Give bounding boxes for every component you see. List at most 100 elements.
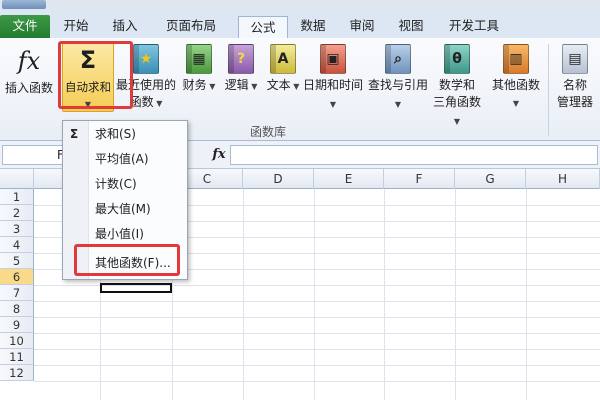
row-header[interactable]: 7 [0, 285, 34, 301]
gridline [526, 189, 527, 400]
theta-book-icon: θ [444, 44, 470, 74]
more-functions-label: 其他函数 [491, 78, 540, 92]
datetime-button[interactable]: ▣ 日期和时间 ▼ [302, 44, 364, 113]
chevron-down-icon: ▼ [153, 99, 163, 108]
chevron-down-icon: ▼ [394, 100, 402, 109]
gridline [34, 301, 600, 302]
lookup-button[interactable]: ⌕ 查找与引用 ▼ [366, 44, 430, 113]
row-header[interactable]: 12 [0, 365, 34, 381]
tab-data[interactable]: 数据 [290, 15, 336, 38]
select-all-corner[interactable] [0, 169, 34, 189]
row-header[interactable]: 11 [0, 349, 34, 365]
insert-function-button[interactable]: fx 插入函数 [0, 44, 58, 97]
row-header[interactable]: 10 [0, 333, 34, 349]
gridline [34, 317, 600, 318]
fx-icon: fx [17, 47, 41, 75]
text-book-icon: A [270, 44, 296, 74]
recently-used-label-2: 函数 [129, 95, 154, 109]
menu-item-more-functions[interactable]: 其他函数(F)... [95, 253, 171, 273]
column-header-g[interactable]: G [455, 169, 526, 189]
column-header-f[interactable]: F [384, 169, 455, 189]
autosum-button[interactable]: Σ 自动求和 ▼ [62, 42, 114, 112]
menu-item-min[interactable]: 最小值(I) [95, 224, 144, 244]
title-bar [0, 0, 600, 10]
gridline [34, 333, 600, 334]
row-header[interactable]: 5 [0, 253, 34, 269]
sigma-icon: Σ [79, 46, 97, 74]
gridline [34, 365, 600, 366]
column-header-d[interactable]: D [243, 169, 314, 189]
menu-item-count[interactable]: 计数(C) [95, 174, 137, 194]
tab-review[interactable]: 审阅 [341, 15, 383, 38]
ribbon-tabs: 文件 开始 插入 页面布局 公式 数据 审阅 视图 开发工具 [0, 10, 600, 40]
calendar-book-icon: ▣ [320, 44, 346, 74]
name-manager-label-2: 管理器 [556, 95, 593, 109]
tab-view[interactable]: 视图 [390, 15, 432, 38]
chevron-down-icon: ▼ [206, 82, 216, 91]
menu-gutter [63, 121, 89, 279]
tab-developer[interactable]: 开发工具 [440, 15, 508, 38]
formula-input[interactable] [230, 145, 598, 165]
group-separator [548, 44, 549, 136]
gridline [34, 381, 600, 382]
financial-label: 财务 [182, 78, 207, 92]
insert-function-fx-icon[interactable]: fx [208, 145, 230, 165]
star-book-icon: ★ [133, 44, 159, 74]
name-manager-icon: ▤ [562, 44, 588, 74]
tab-file[interactable]: 文件 [0, 15, 50, 39]
magnifier-book-icon: ⌕ [385, 44, 411, 74]
recently-used-label: 最近使用的 [116, 78, 177, 92]
more-functions-button[interactable]: ▥ 其他函数 ▼ [488, 44, 544, 112]
chevron-down-icon: ▼ [290, 82, 300, 91]
row-header[interactable]: 9 [0, 317, 34, 333]
chevron-down-icon: ▼ [453, 117, 461, 126]
row-header-selected[interactable]: 6 [0, 269, 34, 285]
tab-home[interactable]: 开始 [55, 15, 97, 38]
sigma-icon: Σ [70, 127, 79, 141]
autosum-label: 自动求和 [65, 80, 111, 94]
menu-item-max[interactable]: 最大值(M) [95, 199, 151, 219]
row-header[interactable]: 4 [0, 237, 34, 253]
active-cell[interactable] [100, 283, 172, 293]
name-manager-label: 名称 [562, 78, 587, 92]
math-label-2: 三角函数 [432, 95, 481, 109]
tab-formulas[interactable]: 公式 [238, 16, 288, 40]
row-header[interactable]: 2 [0, 205, 34, 221]
tab-insert[interactable]: 插入 [104, 15, 146, 38]
question-book-icon: ? [228, 44, 254, 74]
menu-item-sum[interactable]: 求和(S) [95, 124, 136, 144]
gridline [34, 349, 600, 350]
chevron-down-icon: ▼ [84, 100, 92, 109]
math-label: 数学和 [438, 78, 475, 92]
chevron-down-icon: ▼ [512, 99, 520, 108]
insert-function-label: 插入函数 [4, 81, 53, 95]
chevron-down-icon: ▼ [248, 82, 258, 91]
column-header-h[interactable]: H [526, 169, 600, 189]
lookup-label: 查找与引用 [367, 78, 428, 92]
row-header[interactable]: 3 [0, 221, 34, 237]
autosum-dropdown-menu: Σ 求和(S) 平均值(A) 计数(C) 最大值(M) 最小值(I) 其他函数(… [62, 120, 188, 280]
logical-label: 逻辑 [224, 78, 249, 92]
gridline [455, 189, 456, 400]
name-manager-button[interactable]: ▤ 名称 管理器 [552, 44, 598, 111]
tab-page-layout[interactable]: 页面布局 [158, 15, 224, 38]
text-button[interactable]: A 文本 ▼ [264, 44, 302, 95]
datetime-label: 日期和时间 [302, 78, 363, 92]
quick-access-toolbar[interactable] [2, 0, 46, 9]
text-label: 文本 [266, 78, 291, 92]
row-header[interactable]: 1 [0, 189, 34, 205]
function-library-group-label: 函数库 [250, 125, 287, 139]
row-header[interactable]: 8 [0, 301, 34, 317]
books-icon: ▥ [503, 44, 529, 74]
menu-item-average[interactable]: 平均值(A) [95, 149, 149, 169]
financial-button[interactable]: ▦ 财务 ▼ [180, 44, 218, 95]
math-trig-button[interactable]: θ 数学和 三角函数 ▼ [430, 44, 484, 130]
gridline [243, 189, 244, 400]
gridline [384, 189, 385, 400]
column-header-e[interactable]: E [314, 169, 384, 189]
recently-used-button[interactable]: ★ 最近使用的 函数 ▼ [116, 44, 176, 112]
financial-book-icon: ▦ [186, 44, 212, 74]
chevron-down-icon: ▼ [329, 100, 337, 109]
logical-button[interactable]: ? 逻辑 ▼ [222, 44, 260, 95]
gridline [314, 189, 315, 400]
